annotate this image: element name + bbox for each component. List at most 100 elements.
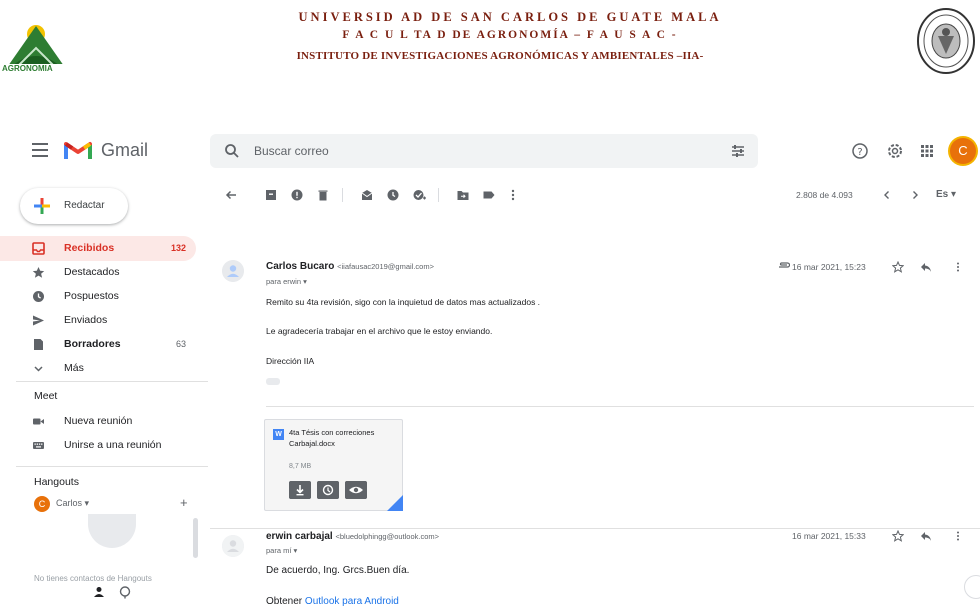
- sidebar-item-label: Borradores: [64, 338, 121, 350]
- label-icon[interactable]: [482, 188, 496, 202]
- reply-icon[interactable]: [920, 530, 932, 542]
- message-date: 16 mar 2021, 15:33: [792, 531, 866, 541]
- main-menu-icon[interactable]: [32, 143, 48, 157]
- sidebar-item-drafts[interactable]: Borradores 63: [0, 332, 196, 357]
- reply-icon[interactable]: [920, 261, 932, 273]
- attachment-size: 8,7 MB: [289, 463, 312, 470]
- download-icon[interactable]: [289, 481, 311, 499]
- sidebar-item-label: Nueva reunión: [64, 415, 133, 427]
- report-spam-icon[interactable]: [290, 188, 304, 202]
- snooze-icon[interactable]: [386, 188, 400, 202]
- star-icon[interactable]: [892, 261, 904, 273]
- gmail-logo-icon[interactable]: [64, 139, 92, 161]
- recipient-toggle[interactable]: para mí ▾: [266, 546, 297, 555]
- sidebar-item-starred[interactable]: Destacados: [0, 260, 196, 285]
- sidebar-item-new-meeting[interactable]: Nueva reunión: [0, 409, 196, 434]
- attachment-name: 4ta Tésis con correciones Carbajal.docx: [289, 428, 375, 448]
- outlook-android-link[interactable]: Outlook para Android: [305, 596, 399, 607]
- mark-unread-icon[interactable]: [360, 188, 374, 202]
- divider: [16, 381, 208, 382]
- footer-prefix: Obtener: [266, 596, 305, 607]
- sender-line: Carlos Bucaro <iiafausac2019@gmail.com>: [266, 261, 434, 272]
- faculty-name: F A C U L TA D DE AGRONOMÍA – F A U S A …: [342, 29, 678, 41]
- preview-eye-icon[interactable]: [345, 481, 367, 499]
- message-body-line: Dirección IIA: [266, 356, 315, 366]
- file-corner-decoration: [387, 495, 403, 511]
- chevron-down-icon: [34, 366, 43, 372]
- chat-bubble-icon[interactable]: [118, 585, 132, 599]
- pagination-text: 2.808 de 4.093: [796, 190, 853, 200]
- university-seal: [917, 8, 975, 74]
- sidebar-item-label: Destacados: [64, 266, 120, 278]
- search-bar[interactable]: [210, 134, 758, 168]
- svg-text:?: ?: [857, 147, 862, 158]
- sidebar-item-sent[interactable]: Enviados: [0, 308, 196, 333]
- add-contact-icon[interactable]: +: [180, 495, 188, 510]
- sidebar-item-label: Pospuestos: [64, 290, 119, 302]
- search-input[interactable]: [254, 142, 694, 160]
- account-avatar[interactable]: C: [950, 138, 976, 164]
- sidebar-item-join-meeting[interactable]: Unirse a una reunión: [0, 433, 196, 458]
- add-task-icon[interactable]: [412, 188, 426, 202]
- chevron-left-icon[interactable]: [880, 188, 894, 202]
- sidebar: Redactar Recibidos 132 Destacados Pospue…: [0, 176, 210, 607]
- sidebar-item-label: Unirse a una reunión: [64, 439, 162, 451]
- trash-icon[interactable]: [316, 188, 330, 202]
- input-tools-select[interactable]: Es ▾: [936, 189, 956, 200]
- show-trimmed-content-button[interactable]: [266, 378, 280, 385]
- archive-icon[interactable]: [264, 188, 278, 202]
- sidebar-item-snoozed[interactable]: Pospuestos: [0, 284, 196, 309]
- back-arrow-icon[interactable]: [224, 188, 238, 202]
- apps-grid-icon[interactable]: [918, 142, 936, 160]
- message-footer: Obtener Outlook para Android: [266, 596, 399, 607]
- more-vert-icon[interactable]: [952, 530, 964, 542]
- recipient-toggle[interactable]: para erwin ▾: [266, 277, 307, 286]
- meet-title: Meet: [34, 390, 58, 402]
- divider: [210, 528, 980, 529]
- keyboard-icon: [33, 442, 44, 449]
- app-name: Gmail: [101, 140, 149, 160]
- settings-icon[interactable]: [886, 142, 904, 160]
- more-vert-icon[interactable]: [506, 188, 520, 202]
- top-bar: Gmail ?: [0, 128, 980, 176]
- attachment-indicator-icon: [779, 262, 790, 268]
- message-date: 16 mar 2021, 15:23: [792, 262, 866, 272]
- compose-label: Redactar: [64, 200, 105, 211]
- person-icon[interactable]: [92, 585, 106, 599]
- hangouts-title: Hangouts: [34, 476, 79, 488]
- draft-icon: [34, 339, 43, 350]
- inbox-icon: [32, 242, 45, 255]
- sender-email: <iiafausac2019@gmail.com>: [337, 262, 434, 271]
- save-to-drive-icon[interactable]: [317, 481, 339, 499]
- search-icon[interactable]: [224, 143, 240, 159]
- sender-avatar: [222, 260, 244, 282]
- gmail-app: Gmail ?: [0, 128, 980, 607]
- sidebar-item-inbox[interactable]: Recibidos 132: [0, 236, 196, 261]
- compose-button[interactable]: Redactar: [20, 188, 128, 224]
- toolbar-separator: [342, 188, 343, 202]
- star-icon: [32, 267, 45, 278]
- attachment-card[interactable]: W 4ta Tésis con correciones Carbajal.doc…: [264, 419, 403, 511]
- message-body-line: Remito su 4ta revisión, sigo con la inqu…: [266, 297, 541, 307]
- move-to-icon[interactable]: [456, 188, 470, 202]
- sidebar-item-label: Enviados: [64, 314, 108, 326]
- university-name: UNIVERSID AD DE SAN CARLOS DE GUATE MALA: [298, 10, 722, 24]
- no-contacts-text: No tienes contactos de Hangouts: [34, 574, 152, 583]
- plus-icon: [34, 198, 50, 214]
- sender-name: erwin carbajal: [266, 531, 333, 542]
- scrollbar[interactable]: [193, 518, 198, 558]
- hangouts-user[interactable]: Carlos ▾: [56, 498, 89, 509]
- logo-left-text: AGRONOMIA: [2, 64, 53, 73]
- help-icon[interactable]: ?: [851, 142, 869, 160]
- star-icon[interactable]: [892, 530, 904, 542]
- divider: [266, 406, 974, 407]
- hangouts-avatar[interactable]: C: [34, 496, 50, 512]
- message-body-line: Le agradecería trabajar en el archivo qu…: [266, 326, 493, 336]
- document-letterhead: AGRONOMIA UNIVERSID AD DE SAN CARLOS DE …: [0, 0, 980, 110]
- more-vert-icon[interactable]: [952, 261, 964, 273]
- sidebar-item-more[interactable]: Más: [0, 356, 196, 381]
- search-options-icon[interactable]: [730, 143, 746, 159]
- toolbar-separator: [438, 188, 439, 202]
- sidebar-item-label: Más: [64, 362, 84, 374]
- chevron-right-icon[interactable]: [908, 188, 922, 202]
